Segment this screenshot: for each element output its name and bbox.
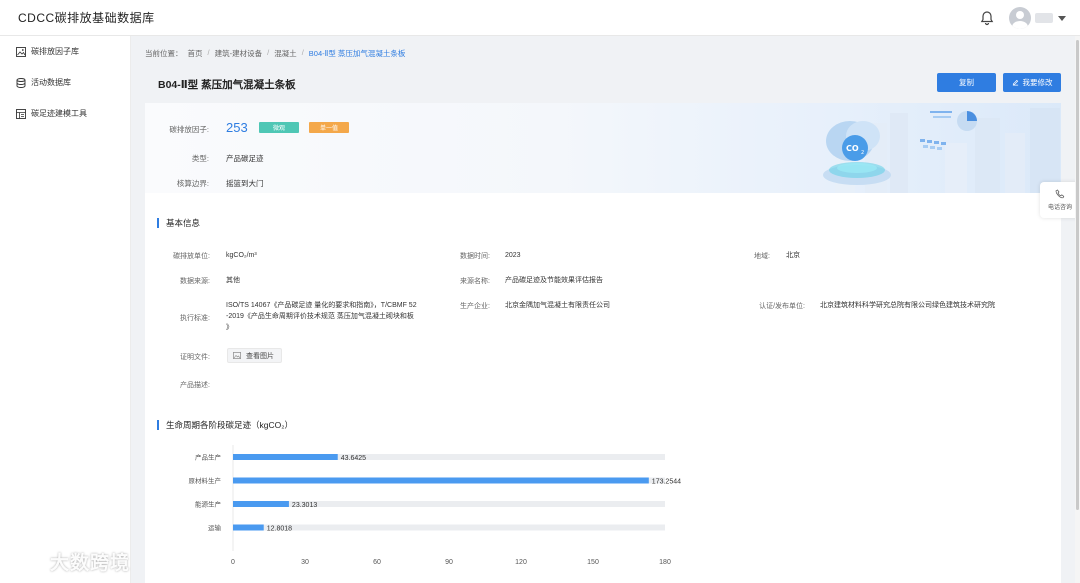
view-image-label: 查看图片 [246,352,274,360]
producer-label: 生产企业: [460,303,490,310]
sidebar-item-modeling-tool[interactable]: 碳足迹建模工具 [0,98,130,129]
breadcrumb-separator: / [207,48,210,57]
view-image-button[interactable]: 查看图片 [227,348,282,363]
sidebar: 碳排放因子库 活动数据库 碳足迹建模工具 [0,36,131,583]
sidebar-item-activity-data[interactable]: 活动数据库 [0,67,130,98]
cert-value: 北京建筑材料科学研究总院有限公司绿色建筑技术研究院 [820,302,995,309]
co2-illustration: CO 2 [823,108,1060,193]
region-value: 北京 [786,252,800,259]
database-icon [16,77,26,88]
bell-icon[interactable] [979,10,995,26]
phone-icon [1055,189,1065,199]
x-tick-label: 180 [659,559,671,566]
watermark-logo-icon [10,553,37,571]
boundary-value: 摇篮到大门 [226,179,264,188]
breadcrumb-category[interactable]: 建筑-建材设备 [215,48,263,59]
x-tick-label: 60 [373,559,381,566]
breadcrumb-separator: / [301,48,304,57]
copy-button[interactable]: 复制 [937,73,996,92]
standard-line: ISO/TS 14067《产品碳足迹 量化的要求和指南》，T/CBMF 52 [226,302,417,309]
bar [233,501,289,507]
unit-value: kgCO₂/m³ [226,252,257,259]
edit-icon [1012,79,1018,86]
image-icon [233,352,241,359]
phone-consult-button[interactable]: 电话咨询 [1040,182,1080,218]
data-label: 12.8018 [267,526,292,533]
bar [233,524,264,531]
edit-button[interactable]: 我要修改 [1003,73,1061,92]
data-label: 23.3013 [292,502,317,509]
proof-label: 证明文件: [180,354,210,361]
tag-micro: 微观 [259,122,299,133]
standard-label: 执行标准: [180,315,210,322]
x-tick-label: 120 [515,559,527,566]
tag-single-value: 单一值 [309,122,349,133]
time-label: 数据时间: [460,253,490,260]
avatar[interactable] [1009,7,1031,29]
svg-text:CO: CO [846,144,859,153]
phone-label: 电话咨询 [1047,205,1072,211]
edit-button-label: 我要修改 [1022,78,1053,87]
time-value: 2023 [505,252,521,259]
breadcrumb-prefix: 当前位置： [145,49,183,58]
svg-text:2: 2 [861,150,864,156]
cert-label: 认证/发布单位: [759,303,805,310]
sidebar-item-label: 碳足迹建模工具 [31,109,87,118]
bar [233,477,649,484]
source-value: 其他 [226,277,240,284]
type-value: 产品碳足迹 [226,154,264,163]
desc-label: 产品描述: [180,382,210,389]
sidebar-item-label: 活动数据库 [31,78,71,87]
basic-info-title: 基本信息 [157,218,200,228]
top-right-area [979,0,1066,36]
category-label: 原材料生产 [189,476,222,485]
factor-value: 253 [226,120,248,135]
category-label: 产品生产 [195,453,222,462]
lifecycle-title: 生命周期各阶段碳足迹（kgCO₂） [157,420,293,430]
source-label: 数据来源: [180,278,210,285]
data-label: 173.2544 [652,479,681,486]
watermark: 大数跨境 [8,548,130,575]
standard-line: -2019《产品生命周期评价技术规范 蒸压加气混凝土砌块和板 [226,313,414,320]
source-name-value: 产品碳足迹及节能效果评估报告 [505,277,603,284]
data-label: 43.6425 [341,455,366,462]
category-label: 运输 [208,523,222,532]
top-bar: CDCC碳排放基础数据库 [0,0,1080,36]
standard-line: 》 [226,324,233,331]
page-title: B04-Ⅱ型 蒸压加气混凝土条板 [158,79,296,91]
user-name-blurred[interactable] [1035,13,1053,23]
app-title: CDCC碳排放基础数据库 [18,11,155,25]
source-name-label: 来源名称: [460,278,490,285]
hero-banner: 碳排放因子: 253 微观 单一值 类型: 产品碳足迹 核算边界: 摇篮到大门 … [145,103,1061,193]
breadcrumb-current: B04-Ⅱ型 蒸压加气混凝土条板 [308,49,406,58]
region-label: 地域: [754,253,770,260]
scrollbar-thumb[interactable] [1076,40,1079,510]
category-label: 能源生产 [195,500,222,509]
breadcrumb-separator: / [267,48,270,57]
chevron-down-icon[interactable] [1058,15,1066,21]
type-label: 类型: [191,154,209,163]
x-tick-label: 0 [231,559,235,566]
lifecycle-bar-chart: 产品生产 43.6425 原材料生产 173.2544 能源生产 23.3013 运输 12.… [189,445,681,566]
breadcrumb: 当前位置： 首页 / 建筑-建材设备 / 混凝土 / B04-Ⅱ型 蒸压加气混凝… [145,48,405,59]
unit-label: 碳排放单位: [173,253,210,260]
breadcrumb-home[interactable]: 首页 [188,48,203,59]
model-icon [16,108,26,119]
factor-label: 碳排放因子: [169,125,209,134]
boundary-label: 核算边界: [176,179,209,188]
producer-value: 北京金隅加气混凝土有限责任公司 [505,302,610,309]
standard-value: ISO/TS 14067《产品碳足迹 量化的要求和指南》，T/CBMF 52 -… [226,300,451,333]
sidebar-item-label: 碳排放因子库 [31,47,79,56]
detail-card: 碳排放因子: 253 微观 单一值 类型: 产品碳足迹 核算边界: 摇篮到大门 … [145,103,1061,583]
bar [233,454,338,460]
image-icon [16,46,26,57]
watermark-text: 大数跨境 [50,553,131,574]
x-tick-label: 30 [301,559,309,566]
bar-track [233,524,665,531]
x-tick-label: 90 [445,559,453,566]
breadcrumb-subcategory[interactable]: 混凝土 [274,48,297,59]
sidebar-item-emission-factors[interactable]: 碳排放因子库 [0,36,130,67]
x-tick-label: 150 [587,559,599,566]
